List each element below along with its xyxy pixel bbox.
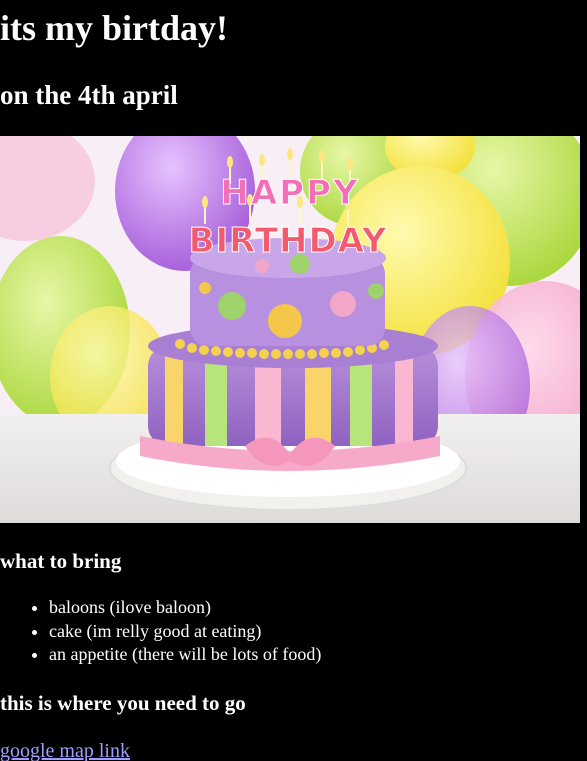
list-item: an appetite (there will be lots of food) — [49, 643, 321, 667]
page-subtitle: on the 4th april — [0, 80, 178, 110]
birthday-cake-image: HAPPY BIRTHDAY — [0, 136, 580, 523]
what-to-bring-heading: what to bring — [0, 549, 122, 573]
list-item: baloons (ilove baloon) — [49, 596, 321, 620]
cake-text-happy: HAPPY — [220, 173, 359, 213]
directions-heading: this is where you need to go — [0, 691, 246, 715]
list-item: cake (im relly good at eating) — [49, 620, 321, 644]
bring-list: baloons (ilove baloon) cake (im relly go… — [0, 596, 321, 667]
cake-text-birthday: BIRTHDAY — [189, 221, 388, 261]
google-map-link[interactable]: google map link — [0, 738, 130, 761]
page-title: its my birtday! — [0, 8, 228, 48]
